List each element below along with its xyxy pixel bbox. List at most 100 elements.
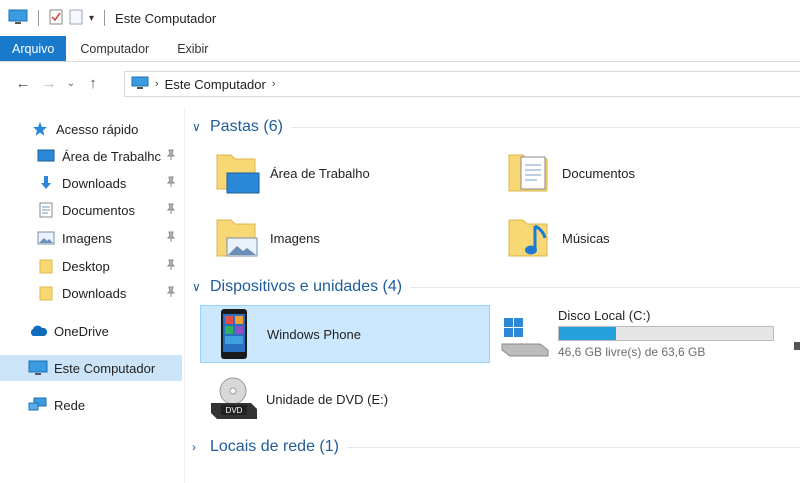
sidebar-item-label: Área de Trabalhc [62, 148, 162, 164]
phone-icon [207, 307, 261, 361]
documents-folder-icon [502, 146, 556, 200]
breadcrumb-chevron-icon[interactable]: › [272, 78, 276, 90]
windows-drive-icon [500, 314, 552, 361]
tab-exibir[interactable]: Exibir [163, 36, 222, 61]
folder-icon [36, 284, 56, 302]
folder-label: Área de Trabalho [270, 165, 370, 181]
breadcrumb-este-computador[interactable]: Este Computador [165, 77, 266, 92]
sidebar-item-downloads[interactable]: Downloads [0, 170, 182, 196]
computer-icon[interactable] [8, 9, 28, 28]
pin-icon[interactable] [166, 259, 176, 271]
drive-usage-fill [559, 327, 617, 340]
sidebar-item-documentos[interactable]: Documentos [0, 197, 182, 223]
address-bar[interactable]: › Este Computador › [124, 71, 800, 97]
sidebar-item-este-computador[interactable]: Este Computador [0, 355, 182, 381]
documents-icon [36, 201, 56, 219]
sidebar-item-label: Acesso rápido [56, 121, 139, 137]
expand-chevron-icon[interactable]: › [192, 440, 206, 454]
recent-locations-chevron-icon[interactable]: ⌄ [62, 78, 80, 89]
pin-icon[interactable] [166, 286, 176, 298]
sidebar-item-label: Downloads [62, 175, 127, 191]
cloud-icon [28, 322, 48, 340]
sidebar-item-label: Este Computador [54, 360, 156, 376]
folder-label: Documentos [562, 165, 635, 181]
navigation-pane: Acesso rápido Área de Trabalhc Downloads… [0, 108, 182, 483]
device-dvd-drive[interactable]: DVD Unidade de DVD (E:) [206, 372, 388, 426]
pictures-folder-icon [210, 211, 264, 265]
group-divider [346, 446, 800, 448]
music-folder-icon [502, 211, 556, 265]
group-header-dispositivos[interactable]: ∨ Dispositivos e unidades (4) [192, 278, 800, 296]
pictures-icon [36, 229, 56, 247]
group-title: Locais de rede (1) [210, 438, 339, 455]
drive-disco-local-c[interactable]: Disco Local (C:) 46,6 GB livre(s) de 63,… [492, 306, 800, 366]
group-title: Dispositivos e unidades (4) [210, 278, 403, 295]
folder-documentos[interactable]: Documentos [502, 146, 635, 200]
sidebar-item-rede[interactable]: Rede [0, 392, 182, 418]
pin-icon[interactable] [166, 149, 176, 161]
partial-drive-icon [794, 342, 800, 350]
drive-usage-bar [558, 326, 774, 341]
network-icon [28, 396, 48, 414]
device-label: Unidade de DVD (E:) [266, 391, 389, 407]
window-title: Este Computador [115, 10, 217, 26]
quick-access-toolbar: ▾ [0, 9, 109, 28]
svg-text:DVD: DVD [226, 406, 243, 415]
drive-free-space: 46,6 GB livre(s) de 63,6 GB [558, 345, 706, 359]
folder-icon [36, 257, 56, 275]
tab-arquivo[interactable]: Arquivo [0, 36, 67, 61]
toolbar-separator [104, 10, 106, 26]
group-header-pastas[interactable]: ∨ Pastas (6) [192, 118, 800, 136]
customize-toolbar-chevron-icon[interactable]: ▾ [89, 13, 94, 24]
navigation-bar: ← → ⌄ ↑ › Este Computador › [0, 62, 800, 104]
device-windows-phone[interactable]: Windows Phone [200, 305, 490, 363]
tab-computador[interactable]: Computador [66, 36, 163, 61]
desktop-folder-icon [210, 146, 264, 200]
up-arrow-icon[interactable]: ↑ [80, 75, 106, 92]
group-divider [410, 286, 800, 288]
folder-area-de-trabalho[interactable]: Área de Trabalho [210, 146, 370, 200]
sidebar-item-label: Rede [54, 397, 86, 413]
sidebar-item-downloads-folder[interactable]: Downloads [0, 280, 182, 306]
download-icon [36, 174, 56, 192]
group-header-locais-de-rede[interactable]: › Locais de rede (1) [192, 438, 800, 456]
sidebar-item-onedrive[interactable]: OneDrive [0, 318, 182, 344]
folder-musicas[interactable]: Músicas [502, 211, 610, 265]
device-label: Windows Phone [267, 326, 361, 342]
sidebar-item-acesso-rapido[interactable]: Acesso rápido [0, 116, 182, 142]
computer-icon [131, 76, 149, 93]
new-folder-icon[interactable] [69, 9, 83, 28]
group-divider [290, 126, 800, 128]
sidebar-item-desktop[interactable]: Desktop [0, 253, 182, 279]
sidebar-item-imagens[interactable]: Imagens [0, 225, 182, 251]
back-arrow-icon[interactable]: ← [10, 75, 36, 92]
toolbar-separator [38, 10, 39, 26]
drive-label: Disco Local (C:) [558, 308, 651, 323]
collapse-chevron-icon[interactable]: ∨ [192, 120, 206, 134]
computer-icon [28, 359, 48, 377]
title-bar: ▾ Este Computador [0, 0, 800, 36]
dvd-drive-icon: DVD [206, 372, 260, 426]
content-pane: ∨ Pastas (6) Área de Trabalho Documentos… [186, 108, 800, 483]
pin-icon[interactable] [166, 176, 176, 188]
star-icon [30, 120, 50, 138]
collapse-chevron-icon[interactable]: ∨ [192, 280, 206, 294]
breadcrumb-chevron-icon[interactable]: › [155, 78, 159, 90]
pane-divider[interactable] [184, 108, 185, 483]
ribbon-tabs: Arquivo Computador Exibir [0, 36, 800, 62]
desktop-icon [36, 147, 56, 165]
sidebar-item-label: OneDrive [54, 323, 109, 339]
folder-imagens[interactable]: Imagens [210, 211, 320, 265]
sidebar-item-label: Downloads [62, 285, 127, 301]
forward-arrow-icon[interactable]: → [36, 75, 62, 92]
sidebar-item-label: Imagens [62, 230, 112, 246]
sidebar-item-area-de-trabalho[interactable]: Área de Trabalhc [0, 143, 182, 169]
sidebar-item-label: Desktop [62, 258, 110, 274]
pin-icon[interactable] [166, 203, 176, 215]
pin-icon[interactable] [166, 231, 176, 243]
sidebar-item-label: Documentos [62, 202, 135, 218]
group-title: Pastas (6) [210, 118, 283, 135]
properties-icon[interactable] [49, 9, 63, 28]
folder-label: Músicas [562, 230, 610, 246]
folder-label: Imagens [270, 230, 320, 246]
